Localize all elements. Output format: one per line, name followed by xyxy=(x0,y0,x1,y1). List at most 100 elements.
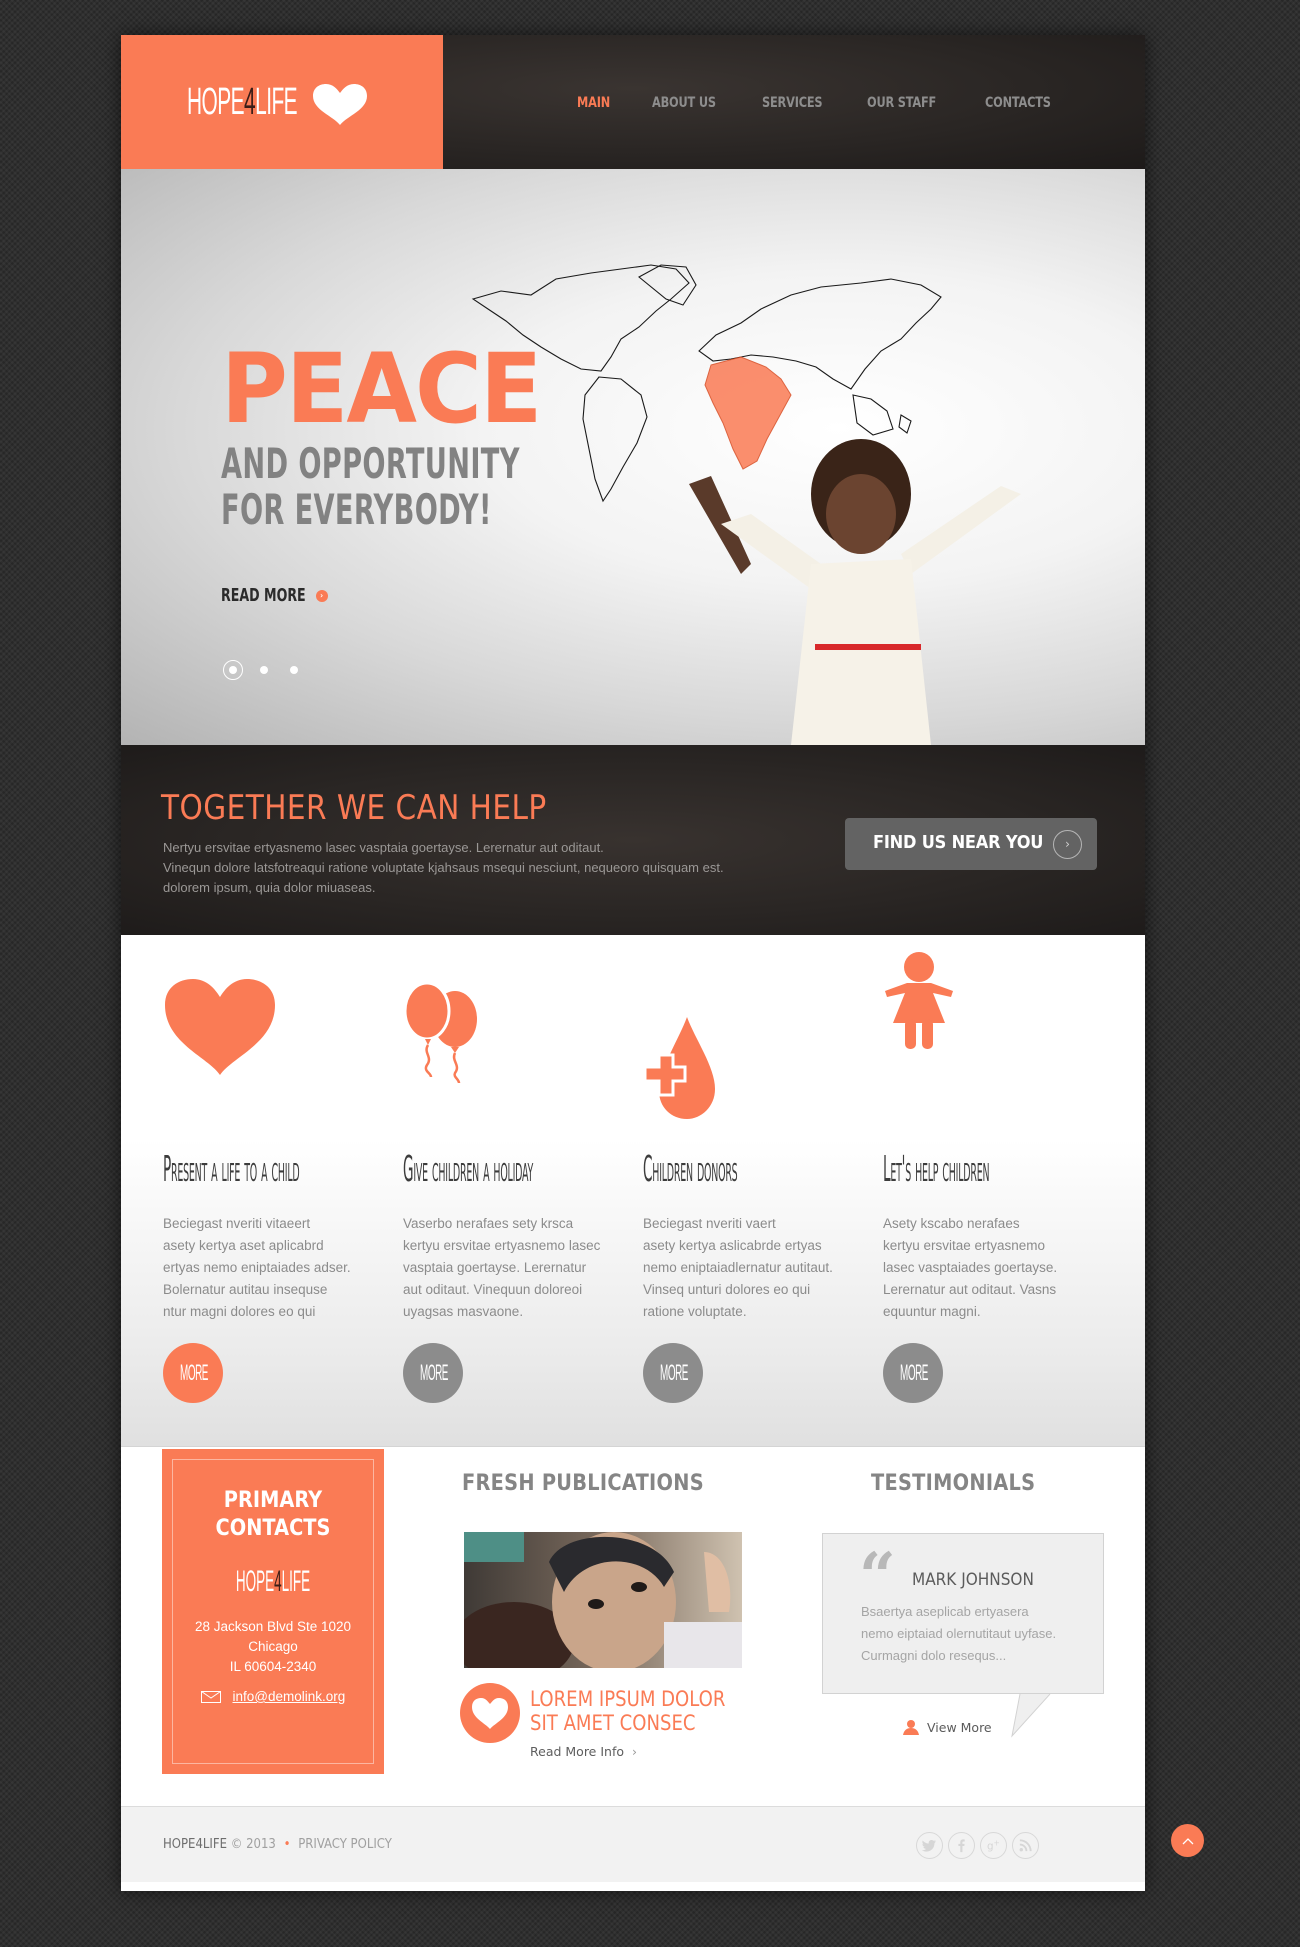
publication-title-line: SIT AMET CONSEC xyxy=(530,1711,696,1735)
child-figure-icon xyxy=(885,952,953,1049)
slider-dot-2[interactable] xyxy=(260,666,268,674)
help-text-line: Vinequn dolore latsfotreaqui ratione vol… xyxy=(163,860,724,875)
nav-item-contacts[interactable]: CONTACTS xyxy=(985,95,1051,111)
logo-part-4: 4 xyxy=(274,1565,282,1598)
service-more-button[interactable]: MORE xyxy=(643,1343,703,1403)
testimonials-title: TESTIMONIALS xyxy=(871,1471,1036,1496)
svg-text:+: + xyxy=(994,1839,1000,1848)
services-section: Present a life to a child Beciegast nver… xyxy=(121,935,1145,1447)
testimonial-text: Bsaertya aseplicab ertyasera nemo eiptai… xyxy=(861,1604,1057,1663)
service-text: Beciegast nveriti vitaeert asety kertya … xyxy=(163,1216,351,1319)
footer-brand: HOPE4LIFE xyxy=(163,1837,227,1852)
back-to-top-button[interactable] xyxy=(1171,1824,1204,1857)
read-more-info-link[interactable]: Read More Info › xyxy=(530,1744,637,1759)
nav-item-services[interactable]: SERVICES xyxy=(762,95,823,111)
child-photo xyxy=(689,439,1021,745)
nav-item-main[interactable]: MAIN xyxy=(577,95,610,111)
help-text-line: dolorem ipsum, quia dolor miuaseas. xyxy=(163,880,376,895)
service-title: Let's help children xyxy=(883,1149,990,1190)
help-title: TOGETHER WE CAN HELP xyxy=(161,788,547,828)
more-label: MORE xyxy=(180,1360,208,1385)
more-label: MORE xyxy=(900,1360,928,1385)
publication-image[interactable] xyxy=(464,1532,742,1668)
chevron-right-icon: › xyxy=(1053,830,1082,859)
view-more-link[interactable]: View More xyxy=(903,1719,992,1735)
more-label: MORE xyxy=(660,1360,688,1385)
service-item: Children donors Beciegast nveriti vaert … xyxy=(643,935,863,1447)
facebook-icon xyxy=(958,1839,965,1853)
contact-email: info@demolink.org xyxy=(162,1689,384,1704)
read-more-label: READ MORE xyxy=(221,585,306,606)
service-item: Present a life to a child Beciegast nver… xyxy=(163,935,383,1447)
service-more-button[interactable]: MORE xyxy=(403,1343,463,1403)
slide-headline: PEACE xyxy=(221,333,542,445)
find-us-label: FIND US NEAR YOU xyxy=(873,832,1044,853)
rss-icon xyxy=(1019,1839,1032,1852)
email-link[interactable]: info@demolink.org xyxy=(233,1689,346,1704)
service-title: Present a life to a child xyxy=(163,1149,300,1190)
slider-dot-3[interactable] xyxy=(290,666,298,674)
social-links: g + xyxy=(916,1832,1039,1859)
find-us-near-you-button[interactable]: FIND US NEAR YOU › xyxy=(845,818,1097,870)
copyright: HOPE4LIFE © 2013 • PRIVACY POLICY xyxy=(163,1837,392,1852)
arrow-right-icon: › xyxy=(315,589,328,602)
google-plus-button[interactable]: g + xyxy=(980,1832,1007,1859)
footer-bullet: • xyxy=(283,1837,291,1852)
heart-icon xyxy=(313,84,367,125)
envelope-icon xyxy=(200,1691,221,1704)
contact-logo: HOPE4LIFE xyxy=(223,1564,323,1600)
service-more-button[interactable]: MORE xyxy=(883,1343,943,1403)
svg-text:g: g xyxy=(987,1840,994,1852)
publication-title[interactable]: LOREM IPSUM DOLOR SIT AMET CONSEC xyxy=(530,1687,725,1735)
logo-part-hope: HOPE xyxy=(235,1565,275,1598)
speech-bubble-tail xyxy=(1011,1693,1051,1738)
address-line: 28 Jackson Blvd Ste 1020 xyxy=(194,1619,352,1634)
heart-icon xyxy=(472,1698,508,1729)
contact-title: PRIMARY CONTACTS xyxy=(175,1487,370,1543)
heart-icon xyxy=(165,979,275,1075)
help-text-line: Nertyu ersvitae ertyasnemo lasec vasptai… xyxy=(163,840,604,855)
slide-subline-1: AND OPPORTUNITY xyxy=(221,439,520,488)
contact-title-line: PRIMARY xyxy=(223,1488,323,1513)
nav-item-about-us[interactable]: ABOUT US xyxy=(652,95,716,111)
slider-dot-1[interactable] xyxy=(229,666,237,674)
chevron-up-icon xyxy=(1182,1837,1193,1844)
service-text: Asety kscabo nerafaes kertyu ersvitae er… xyxy=(883,1216,1058,1319)
nav-item-our-staff[interactable]: OUR STAFF xyxy=(867,95,936,111)
testimonial-card: “ MARK JOHNSON Bsaertya aseplicab ertyas… xyxy=(822,1533,1104,1694)
balloons-icon xyxy=(403,981,477,1084)
address-line: IL 60604-2340 xyxy=(229,1659,317,1674)
privacy-policy-link[interactable]: PRIVACY POLICY xyxy=(298,1837,392,1852)
logo-part-4: 4 xyxy=(244,81,256,123)
logo[interactable]: HOPE4LIFE xyxy=(121,35,443,169)
help-text: Nertyu ersvitae ertyasnemo lasec vasptai… xyxy=(163,838,843,898)
logo-part-life: LIFE xyxy=(281,1565,311,1598)
service-item: Give children a holiday Vaserbo nerafaes… xyxy=(403,935,623,1447)
blood-drop-cross-icon xyxy=(643,1017,715,1119)
service-text: Beciegast nveriti vaert asety kertya asl… xyxy=(643,1216,833,1319)
rss-button[interactable] xyxy=(1012,1832,1039,1859)
twitter-icon xyxy=(922,1839,937,1852)
facebook-button[interactable] xyxy=(948,1832,975,1859)
logo-part-hope: HOPE xyxy=(187,81,245,123)
twitter-button[interactable] xyxy=(916,1832,943,1859)
testimonial-author: MARK JOHNSON xyxy=(912,1570,1034,1590)
service-item: Let's help children Asety kscabo nerafae… xyxy=(883,935,1103,1447)
slide-subline-2: FOR EVERYBODY! xyxy=(221,485,492,534)
header: HOPE4LIFE MAIN ABOUT US SERVICES OUR STA… xyxy=(121,35,1145,169)
chevron-right-icon: › xyxy=(632,1744,637,1759)
address-line: Chicago xyxy=(248,1639,298,1654)
hero-slider: PEACE AND OPPORTUNITY FOR EVERYBODY! REA… xyxy=(121,169,1145,745)
publication-title-line: LOREM IPSUM DOLOR xyxy=(530,1687,726,1711)
service-title: Give children a holiday xyxy=(403,1149,534,1190)
help-banner: TOGETHER WE CAN HELP Nertyu ersvitae ert… xyxy=(121,745,1145,935)
copyright-year: © 2013 xyxy=(230,1837,276,1852)
logo-part-life: LIFE xyxy=(255,81,298,123)
page-container: HOPE4LIFE MAIN ABOUT US SERVICES OUR STA… xyxy=(121,35,1145,1891)
read-more-link[interactable]: READ MORE › xyxy=(221,585,328,606)
service-more-button[interactable]: MORE xyxy=(163,1343,223,1403)
more-label: MORE xyxy=(420,1360,448,1385)
logo-text: HOPE4LIFE xyxy=(187,79,298,125)
contact-title-line: CONTACTS xyxy=(215,1516,331,1541)
user-icon xyxy=(903,1720,919,1735)
